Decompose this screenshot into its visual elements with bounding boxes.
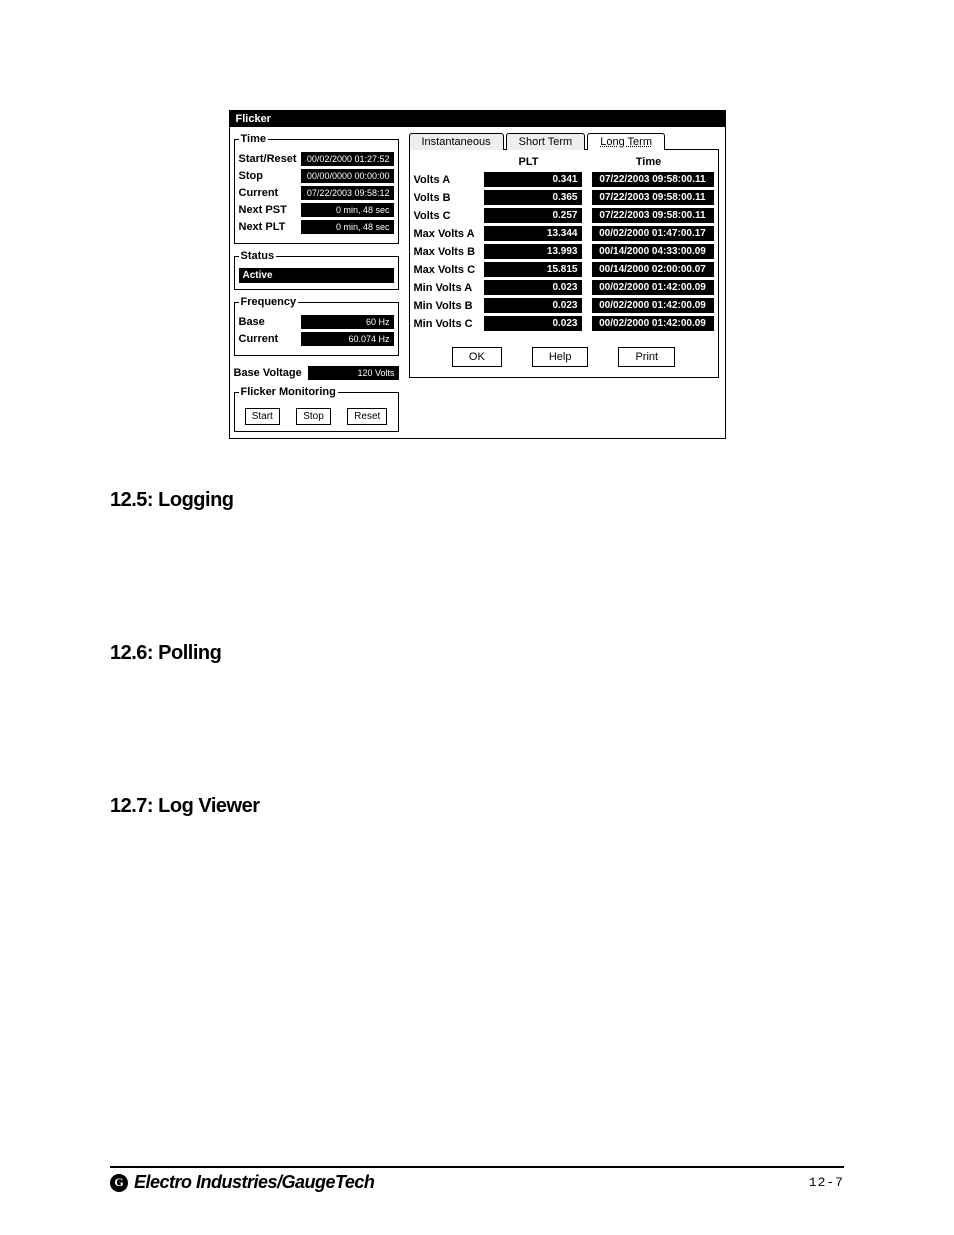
row-label: Max Volts C [414, 264, 484, 276]
data-row: Volts C 0.257 07/22/2003 09:58:00.11 [414, 208, 714, 223]
row-time: 00/02/2000 01:42:00.09 [592, 316, 714, 331]
time-value: 00/00/0000 00:00:00 [301, 169, 394, 183]
brand-logo-icon: G [110, 1174, 128, 1192]
time-value: 0 min, 48 sec [301, 220, 394, 234]
row-label: Volts B [414, 192, 484, 204]
row-time: 00/02/2000 01:47:00.17 [592, 226, 714, 241]
row-time: 00/02/2000 01:42:00.09 [592, 280, 714, 295]
time-label: Next PLT [239, 221, 301, 233]
freq-label: Base [239, 316, 301, 328]
row-plt: 0.257 [484, 208, 582, 223]
data-row: Min Volts B 0.023 00/02/2000 01:42:00.09 [414, 298, 714, 313]
row-plt: 0.023 [484, 280, 582, 295]
freq-value: 60.074 Hz [301, 332, 394, 346]
brand-name: Electro Industries/GaugeTech [134, 1172, 374, 1193]
time-label: Stop [239, 170, 301, 182]
data-area: PLT Time Volts A 0.341 07/22/2003 09:58:… [409, 149, 719, 378]
time-label: Start/Reset [239, 153, 301, 165]
section-heading-polling: 12.6: Polling [110, 642, 844, 665]
data-row: Min Volts C 0.023 00/02/2000 01:42:00.09 [414, 316, 714, 331]
time-value: 07/22/2003 09:58:12 [301, 186, 394, 200]
tab-short-term[interactable]: Short Term [506, 133, 586, 150]
data-row: Min Volts A 0.023 00/02/2000 01:42:00.09 [414, 280, 714, 295]
row-time: 00/14/2000 04:33:00.09 [592, 244, 714, 259]
print-button[interactable]: Print [618, 347, 675, 367]
dialog-titlebar: Flicker [230, 111, 725, 127]
row-label: Volts A [414, 174, 484, 186]
row-label: Min Volts B [414, 300, 484, 312]
data-row: Max Volts C 15.815 00/14/2000 02:00:00.0… [414, 262, 714, 277]
tab-long-term[interactable]: Long Term [587, 133, 665, 150]
row-time: 07/22/2003 09:58:00.11 [592, 208, 714, 223]
status-fieldset: Status Active [234, 250, 399, 290]
row-time: 00/02/2000 01:42:00.09 [592, 298, 714, 313]
row-label: Max Volts B [414, 246, 484, 258]
time-label: Current [239, 187, 301, 199]
data-header: PLT Time [414, 156, 714, 168]
flicker-monitoring-legend: Flicker Monitoring [239, 386, 338, 398]
reset-button[interactable]: Reset [347, 408, 387, 425]
stop-button[interactable]: Stop [296, 408, 331, 425]
time-row-stop: Stop 00/00/0000 00:00:00 [239, 169, 394, 183]
row-time: 07/22/2003 09:58:00.11 [592, 172, 714, 187]
time-value: 00/02/2000 01:27:52 [301, 152, 394, 166]
base-voltage-value: 120 Volts [308, 366, 399, 380]
time-label: Next PST [239, 204, 301, 216]
data-row: Max Volts B 13.993 00/14/2000 04:33:00.0… [414, 244, 714, 259]
data-row: Volts B 0.365 07/22/2003 09:58:00.11 [414, 190, 714, 205]
freq-row-base: Base 60 Hz [239, 315, 394, 329]
time-row-startreset: Start/Reset 00/02/2000 01:27:52 [239, 152, 394, 166]
row-time: 07/22/2003 09:58:00.11 [592, 190, 714, 205]
flicker-dialog: Flicker Time Start/Reset 00/02/2000 01:2… [229, 110, 726, 439]
status-legend: Status [239, 250, 277, 262]
row-label: Volts C [414, 210, 484, 222]
time-legend: Time [239, 133, 268, 145]
tab-instantaneous[interactable]: Instantaneous [409, 133, 504, 150]
data-row: Volts A 0.341 07/22/2003 09:58:00.11 [414, 172, 714, 187]
section-heading-logviewer: 12.7: Log Viewer [110, 795, 844, 818]
page-footer: G Electro Industries/GaugeTech 12-7 [110, 1166, 844, 1193]
row-label: Max Volts A [414, 228, 484, 240]
frequency-legend: Frequency [239, 296, 299, 308]
freq-value: 60 Hz [301, 315, 394, 329]
row-plt: 0.023 [484, 316, 582, 331]
left-panel: Time Start/Reset 00/02/2000 01:27:52 Sto… [230, 127, 403, 438]
time-row-nextplt: Next PLT 0 min, 48 sec [239, 220, 394, 234]
start-button[interactable]: Start [245, 408, 280, 425]
row-plt: 13.344 [484, 226, 582, 241]
flicker-monitoring-fieldset: Flicker Monitoring Start Stop Reset [234, 386, 399, 432]
right-panel: Instantaneous Short Term Long Term PLT T… [403, 127, 725, 438]
status-value: Active [239, 268, 394, 283]
header-plt: PLT [484, 156, 574, 168]
time-row-nextpst: Next PST 0 min, 48 sec [239, 203, 394, 217]
base-voltage-label: Base Voltage [234, 367, 302, 379]
row-plt: 0.365 [484, 190, 582, 205]
ok-button[interactable]: OK [452, 347, 502, 367]
help-button[interactable]: Help [532, 347, 589, 367]
time-value: 0 min, 48 sec [301, 203, 394, 217]
row-label: Min Volts A [414, 282, 484, 294]
row-plt: 15.815 [484, 262, 582, 277]
row-label: Min Volts C [414, 318, 484, 330]
row-time: 00/14/2000 02:00:00.07 [592, 262, 714, 277]
section-heading-logging: 12.5: Logging [110, 489, 844, 512]
freq-row-current: Current 60.074 Hz [239, 332, 394, 346]
freq-label: Current [239, 333, 301, 345]
tab-bar: Instantaneous Short Term Long Term [409, 133, 719, 150]
row-plt: 13.993 [484, 244, 582, 259]
data-row: Max Volts A 13.344 00/02/2000 01:47:00.1… [414, 226, 714, 241]
time-fieldset: Time Start/Reset 00/02/2000 01:27:52 Sto… [234, 133, 399, 244]
time-row-current: Current 07/22/2003 09:58:12 [239, 186, 394, 200]
base-voltage-row: Base Voltage 120 Volts [234, 366, 399, 380]
row-plt: 0.023 [484, 298, 582, 313]
page-number: 12-7 [809, 1175, 844, 1190]
header-time: Time [584, 156, 714, 168]
row-plt: 0.341 [484, 172, 582, 187]
frequency-fieldset: Frequency Base 60 Hz Current 60.074 Hz [234, 296, 399, 356]
